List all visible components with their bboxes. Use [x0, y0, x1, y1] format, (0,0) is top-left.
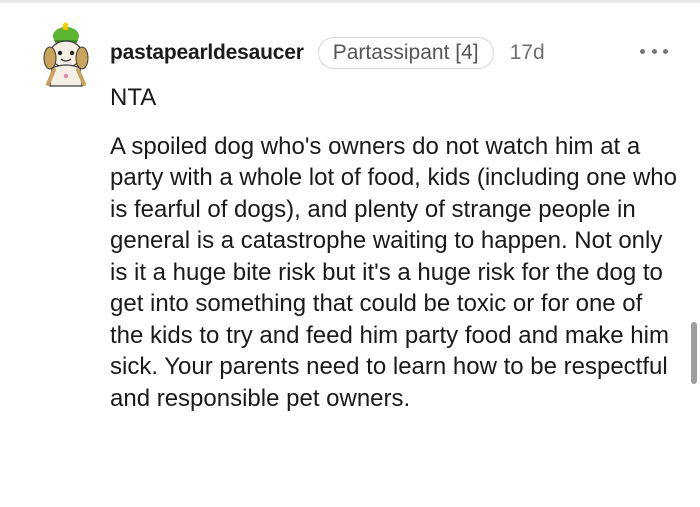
comment-body: NTA A spoiled dog who's owners do not wa…	[110, 82, 680, 414]
more-options-icon[interactable]	[640, 46, 668, 56]
user-flair-badge: Partassipant [4]	[317, 37, 494, 69]
comment-paragraph: NTA	[110, 84, 157, 111]
comment-header: pastapearldesaucer Partassipant [4] 17d	[110, 36, 545, 70]
snoo-avatar-icon[interactable]	[36, 22, 92, 88]
comment: pastapearldesaucer Partassipant [4] 17d …	[0, 0, 700, 507]
comment-age[interactable]: 17d	[510, 41, 545, 65]
scrollbar-thumb[interactable]	[691, 322, 697, 384]
comment-paragraph: A spoiled dog who's owners do not watch …	[110, 132, 677, 412]
author-username[interactable]: pastapearldesaucer	[110, 41, 304, 65]
